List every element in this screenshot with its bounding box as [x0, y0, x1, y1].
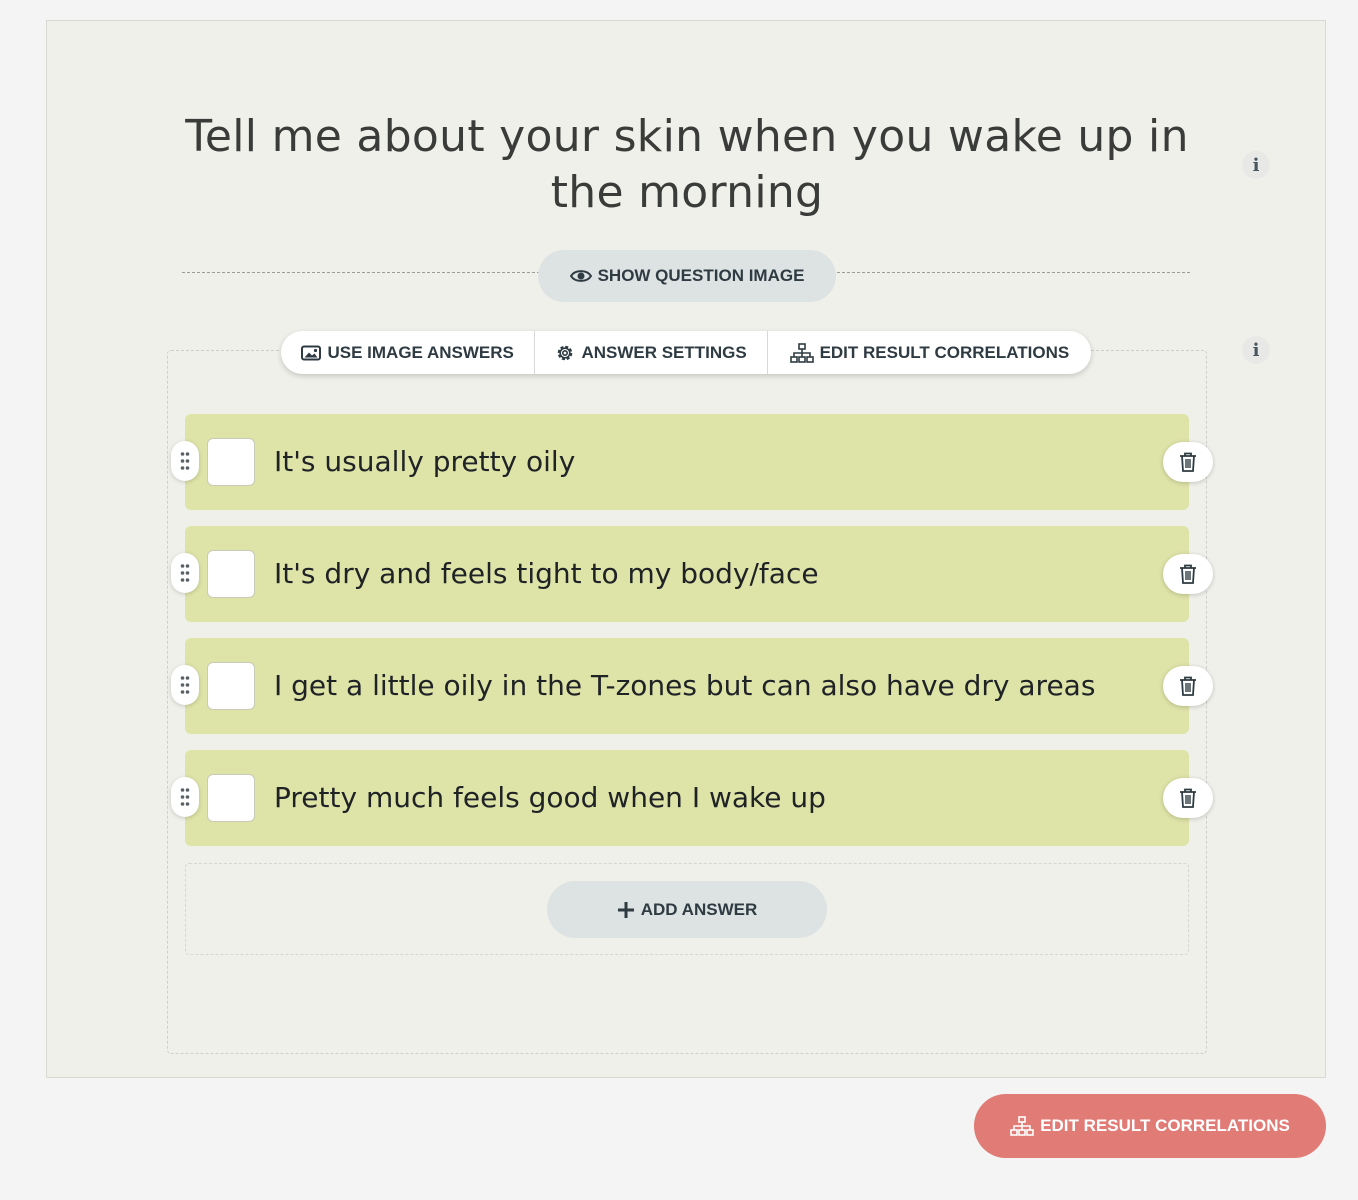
- sitemap-icon: [1010, 1116, 1034, 1136]
- edit-result-correlations-toolbar-label: EDIT RESULT CORRELATIONS: [819, 342, 1070, 362]
- question-card: Tell me about your skin when you wake up…: [46, 20, 1326, 1078]
- show-question-image-button[interactable]: SHOW QUESTION IMAGE: [538, 250, 836, 302]
- add-answer-label: ADD ANSWER: [640, 899, 758, 919]
- edit-result-correlations-button[interactable]: EDIT RESULT CORRELATIONS: [974, 1094, 1326, 1158]
- trash-icon[interactable]: [1163, 442, 1213, 482]
- answer-checkbox[interactable]: [207, 774, 255, 822]
- question-title[interactable]: Tell me about your skin when you wake up…: [177, 109, 1197, 221]
- use-image-answers-label: USE IMAGE ANSWERS: [327, 342, 514, 362]
- trash-icon[interactable]: [1163, 778, 1213, 818]
- image-icon: [301, 345, 322, 361]
- eye-icon: [569, 268, 592, 284]
- question-info-icon[interactable]: i: [1242, 151, 1270, 179]
- answer-row[interactable]: It's usually pretty oily: [171, 414, 1213, 510]
- answer-text[interactable]: It's dry and feels tight to my body/face: [274, 526, 819, 622]
- trash-icon[interactable]: [1163, 666, 1213, 706]
- answer-checkbox[interactable]: [207, 662, 255, 710]
- answer-checkbox[interactable]: [207, 438, 255, 486]
- show-question-image-label: SHOW QUESTION IMAGE: [597, 266, 805, 285]
- answer-row[interactable]: It's dry and feels tight to my body/face: [171, 526, 1213, 622]
- answer-settings-button[interactable]: ANSWER SETTINGS: [535, 331, 768, 374]
- answer-row[interactable]: Pretty much feels good when I wake up: [171, 750, 1213, 846]
- edit-result-correlations-toolbar-button[interactable]: EDIT RESULT CORRELATIONS: [768, 331, 1091, 374]
- add-answer-button[interactable]: ADD ANSWER: [547, 881, 827, 938]
- plus-icon: [617, 901, 635, 919]
- answer-text[interactable]: I get a little oily in the T-zones but c…: [274, 638, 1095, 734]
- answers-info-icon[interactable]: i: [1242, 336, 1270, 364]
- answer-settings-label: ANSWER SETTINGS: [581, 342, 747, 362]
- answer-text[interactable]: Pretty much feels good when I wake up: [274, 750, 826, 846]
- trash-icon[interactable]: [1163, 554, 1213, 594]
- gear-icon: [555, 343, 575, 363]
- answer-row[interactable]: I get a little oily in the T-zones but c…: [171, 638, 1213, 734]
- edit-result-correlations-label: EDIT RESULT CORRELATIONS: [1040, 1116, 1290, 1135]
- answer-toolbar: USE IMAGE ANSWERS ANSWER SETTINGS EDIT R…: [281, 331, 1091, 374]
- drag-handle-icon[interactable]: [171, 441, 199, 481]
- drag-handle-icon[interactable]: [171, 553, 199, 593]
- use-image-answers-button[interactable]: USE IMAGE ANSWERS: [281, 331, 536, 374]
- answer-text[interactable]: It's usually pretty oily: [274, 414, 575, 510]
- sitemap-icon: [789, 342, 814, 363]
- drag-handle-icon[interactable]: [171, 665, 199, 705]
- drag-handle-icon[interactable]: [171, 777, 199, 817]
- answer-checkbox[interactable]: [207, 550, 255, 598]
